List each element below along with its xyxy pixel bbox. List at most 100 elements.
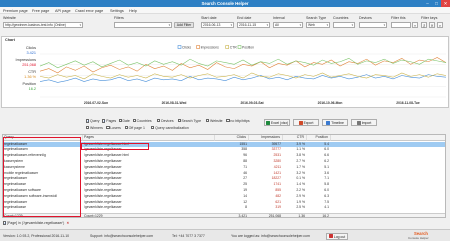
- total-cell: 251,068: [268, 213, 281, 218]
- countries-label: Countries: [333, 16, 349, 20]
- checkbox-box[interactable]: [206, 119, 210, 123]
- chevron-down-icon: ▾: [326, 23, 329, 27]
- filter-checkbox-website[interactable]: Website: [206, 119, 223, 123]
- menu-help[interactable]: Help: [129, 9, 137, 13]
- excel-button[interactable]: Excel (xlsx): [264, 119, 290, 126]
- calendar-icon: ▾: [230, 23, 233, 27]
- support-phone: Tel: +44 7077 3 7377: [172, 233, 205, 238]
- filters-input[interactable]: ▾: [114, 22, 172, 28]
- table-cell-ctr: 2.5 %: [296, 205, 305, 210]
- interval-select[interactable]: All ▾: [273, 22, 303, 28]
- active-filter-label: [Page] in ('/gevaerkliste-regelkasser'): [6, 221, 65, 225]
- logout-icon: [328, 234, 333, 239]
- filter-checkbox-query[interactable]: ✓Query: [86, 119, 100, 123]
- calendar-icon: ▾: [266, 23, 269, 27]
- menu-api-page[interactable]: API page: [55, 9, 71, 13]
- page-cell-highlight: [81, 143, 149, 150]
- legend-swatch-impressions[interactable]: [196, 45, 200, 49]
- website-select[interactable]: http://gewinner-kasinos-test.info (Onlin…: [3, 22, 83, 28]
- filter-checkbox-date[interactable]: Date: [118, 119, 130, 123]
- x-tick-label: 2016-07-02-Sun: [84, 101, 108, 105]
- menu-crawl-error-page[interactable]: Crawl error page: [75, 9, 103, 13]
- checkbox-label: Off page 1: [128, 126, 145, 130]
- chevron-down-icon: ▾: [351, 23, 354, 27]
- clear-icon[interactable]: ✕: [429, 22, 435, 28]
- filter-this-input[interactable]: [391, 22, 411, 28]
- minimize-icon[interactable]: –: [423, 0, 432, 7]
- x-tick-label: 2016-09-03-Sat: [240, 101, 264, 105]
- filter-this-label: Filter this: [391, 16, 406, 20]
- filter-checkbox-losers[interactable]: Losers: [106, 126, 121, 130]
- timeline-button[interactable]: Timeline: [322, 119, 348, 126]
- support-email[interactable]: Support: info@searchconsolehelper.com: [90, 234, 153, 238]
- export-icon: [298, 120, 303, 125]
- legend-swatch-position[interactable]: [237, 45, 242, 49]
- stat-impressions-value: 251,068: [22, 63, 36, 67]
- filter-checkbox-no-http-https[interactable]: no http/https: [226, 119, 250, 123]
- checkbox-box[interactable]: [132, 119, 136, 123]
- devices-label: Devices: [359, 16, 372, 20]
- active-filter-checkbox[interactable]: ✓: [3, 221, 7, 225]
- menu-settings[interactable]: Settings: [110, 9, 124, 13]
- filter-checkbox-winners[interactable]: Winners: [86, 126, 103, 130]
- menu-free-page[interactable]: Free page: [32, 9, 49, 13]
- filter-checkbox-devices[interactable]: Devices: [157, 119, 174, 123]
- filter-checkbox-countries[interactable]: Countries: [132, 119, 152, 123]
- search-icon[interactable]: ⌕: [437, 22, 443, 28]
- total-cell: 16.2: [322, 213, 329, 218]
- stat-position-label: Position: [22, 82, 36, 86]
- excel-icon: [265, 120, 270, 125]
- checkbox-label: Date: [122, 119, 130, 123]
- x-tick-label: 2016-10-06-Mon: [318, 101, 343, 105]
- filter-checkbox-pages[interactable]: ✓Pages: [102, 119, 116, 123]
- table-cell-position: 4.1: [324, 205, 329, 210]
- search-type-value: Web: [308, 23, 315, 27]
- key-icon[interactable]: ⚷: [421, 22, 427, 28]
- legend-label-clicks: Clicks: [182, 45, 191, 49]
- export-button[interactable]: Export: [293, 119, 319, 126]
- column-header-position[interactable]: Position: [307, 135, 331, 141]
- x-tick-label: 2016-08-31-Wed: [162, 101, 187, 105]
- checkbox-box[interactable]: [151, 126, 155, 130]
- checkbox-box[interactable]: [86, 126, 90, 130]
- add-filter-button[interactable]: Add Filter: [174, 22, 194, 28]
- search-type-select[interactable]: Web ▾: [306, 22, 330, 28]
- filter-checkbox-query-cannibalization[interactable]: Query cannibalization: [151, 126, 189, 130]
- checkbox-box[interactable]: [124, 126, 128, 130]
- active-filter[interactable]: ✓[Page] in ('/gevaerkliste-regelkasser')…: [3, 221, 69, 225]
- total-cell: Count=1229: [84, 213, 103, 218]
- checkbox-label: Website: [210, 119, 223, 123]
- column-header-pages[interactable]: Pages: [83, 135, 215, 141]
- menu-premium-page[interactable]: Premium page: [3, 9, 28, 13]
- legend-swatch-ctr[interactable]: [225, 45, 229, 49]
- maximize-icon[interactable]: □: [432, 0, 441, 7]
- end-date-input[interactable]: 2016-11-15 ▾: [237, 22, 270, 28]
- filter-funnel-icon[interactable]: ▿: [412, 22, 418, 28]
- checkbox-label: Devices: [161, 119, 174, 123]
- checkbox-box[interactable]: [157, 119, 161, 123]
- stat-clicks-value: 3.421: [26, 51, 36, 55]
- total-cell: 1.36: [298, 213, 305, 218]
- chevron-down-icon: ▾: [299, 23, 302, 27]
- checkbox-box[interactable]: ✓: [102, 119, 106, 123]
- checkbox-box[interactable]: ✓: [86, 119, 90, 123]
- column-header-filler: [331, 135, 445, 141]
- filter-checkbox-search-type[interactable]: Search Type: [177, 119, 201, 123]
- column-header-impressions[interactable]: Impressions: [249, 135, 283, 141]
- column-header-ctr[interactable]: CTR: [283, 135, 307, 141]
- checkbox-label: Query cannibalization: [155, 126, 189, 130]
- countries-select[interactable]: ▾: [333, 22, 355, 28]
- total-cell: 3,421: [238, 213, 248, 218]
- start-date-input[interactable]: 2016-06-13 ▾: [201, 22, 234, 28]
- stat-ctr-value: 1.36 %: [24, 75, 36, 79]
- filter-checkbox-off-page-1[interactable]: Off page 1: [124, 126, 145, 130]
- devices-select[interactable]: ▾: [359, 22, 387, 28]
- stat-position-value: 16.2: [28, 87, 36, 91]
- brand-sub: Console Helper: [408, 236, 429, 240]
- column-header-clicks[interactable]: Clicks: [215, 135, 249, 141]
- close-icon[interactable]: ✕: [441, 0, 450, 7]
- logout-button[interactable]: Log out: [326, 232, 348, 240]
- import-button[interactable]: Import: [351, 119, 377, 126]
- remove-filter-icon[interactable]: ✕: [66, 221, 69, 225]
- legend-swatch-clicks[interactable]: [177, 45, 182, 49]
